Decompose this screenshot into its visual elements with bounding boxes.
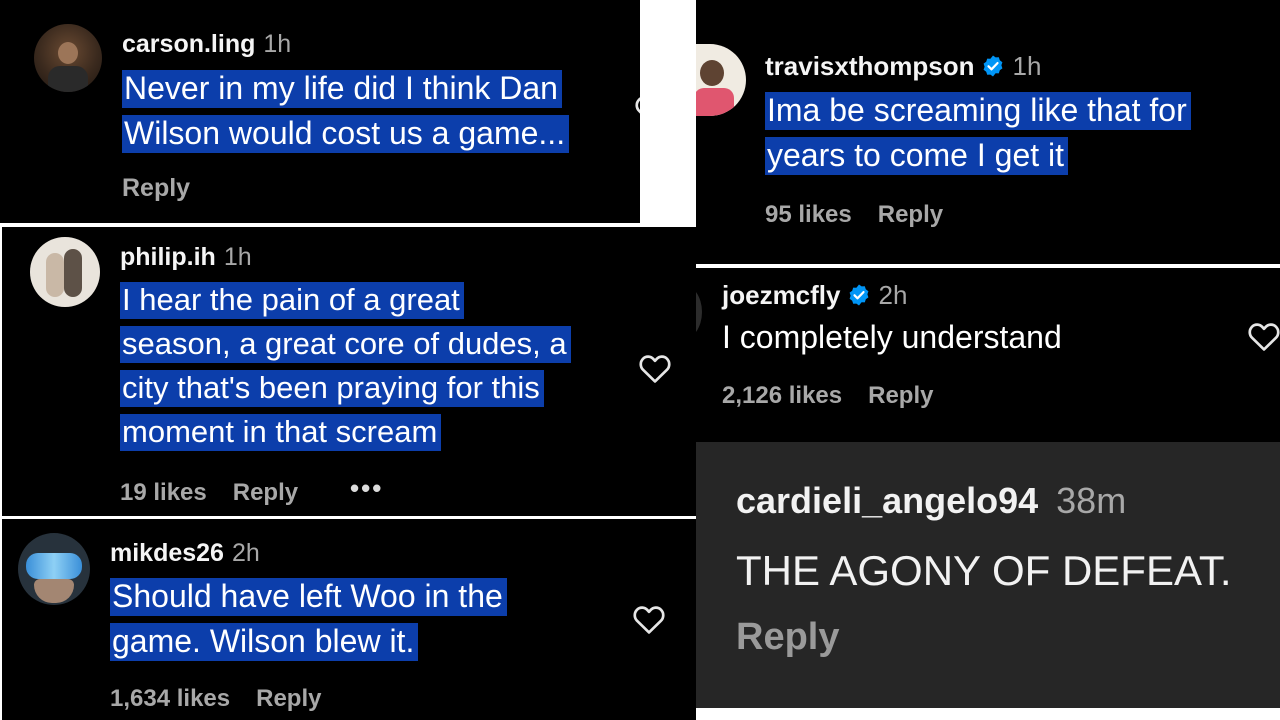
verified-badge-icon [849,284,868,306]
reply-button[interactable]: Reply [868,382,933,409]
timestamp: 1h [263,30,292,58]
likes-count[interactable]: 2,126 likes [722,382,842,409]
comment-line: I hear the pain of a great [120,282,464,319]
comment-text: THE AGONY OF DEFEAT. [736,547,1232,594]
avatar-goggles [26,553,82,579]
comment-line: Should have left Woo in the [110,578,507,616]
comment-line: Never in my life did I think Dan [122,70,562,108]
comment-line: moment in that scream [120,414,442,451]
comment-actions: 19 likes Reply [120,479,298,507]
comment-line: season, a great core of dudes, a [120,326,571,363]
comment-actions: Reply [736,616,839,659]
comment-actions: 95 likes Reply [765,201,943,229]
comment-text: I hear the pain of a great season, a gre… [120,278,571,454]
comment-line: Ima be screaming like that for [765,92,1191,130]
comment-card-philip-ih: philip.ih 1h I hear the pain of a great s… [2,227,696,516]
username-text[interactable]: travisxthompson [765,51,975,81]
verified-badge-icon [983,55,1002,77]
timestamp: 2h [878,280,908,310]
comment-actions: Reply [122,174,190,203]
likes-count[interactable]: 95 likes [765,201,852,228]
comment-text: Never in my life did I think Dan Wilson … [122,66,570,156]
comment-text: Ima be screaming like that for years to … [765,88,1191,178]
reply-button[interactable]: Reply [122,174,190,202]
reply-button[interactable]: Reply [233,479,298,506]
comment-line: city that's been praying for this [120,370,544,407]
avatar[interactable] [696,284,702,340]
username[interactable]: mikdes26 2h [110,539,260,568]
comment-text: Should have left Woo in the game. Wilson… [110,574,507,664]
heart-outline-icon[interactable] [638,352,672,384]
heart-outline-icon[interactable] [1247,320,1280,352]
timestamp: 2h [231,539,260,567]
username-text[interactable]: joezmcfly [722,280,841,310]
comment-line: years to come I get it [765,137,1069,175]
username[interactable]: cardieli_angelo94 38m [736,480,1126,522]
avatar[interactable] [18,533,90,605]
avatar-face [34,579,74,603]
username[interactable]: carson.ling 1h [122,30,291,59]
reply-button[interactable]: Reply [878,201,943,228]
timestamp: 1h [1012,51,1042,81]
likes-count[interactable]: 19 likes [120,479,207,506]
username[interactable]: joezmcfly 2h [722,280,907,311]
username-text[interactable]: carson.ling [122,30,255,58]
comment-card-cardieli-angelo94: cardieli_angelo94 38m THE AGONY OF DEFEAT… [696,442,1280,708]
comment-actions: 1,634 likes Reply [110,685,321,713]
more-options-icon[interactable]: ••• [350,473,383,504]
avatar-shirt [696,88,734,116]
avatar-face [58,42,78,64]
avatar-figure-right [64,249,82,297]
avatar-shirt [48,66,88,92]
reply-button[interactable]: Reply [736,616,839,658]
timestamp: 38m [1056,480,1127,521]
heart-outline-icon[interactable] [632,603,666,635]
username-text[interactable]: philip.ih [120,243,216,271]
comment-actions: 2,126 likes Reply [722,382,933,410]
comment-line: Wilson would cost us a game... [122,115,570,153]
reply-button[interactable]: Reply [256,685,321,712]
comment-line: game. Wilson blew it. [110,623,419,661]
timestamp: 1h [223,243,252,271]
avatar[interactable] [696,44,746,116]
username-text[interactable]: mikdes26 [110,539,224,567]
comment-card-mikdes26: mikdes26 2h Should have left Woo in the g… [2,519,696,720]
heart-outline-icon[interactable] [634,93,640,125]
avatar[interactable] [30,237,100,307]
comment-card-travisxthompson: travisxthompson 1h Ima be screaming like… [696,0,1280,264]
likes-count[interactable]: 1,634 likes [110,685,230,712]
avatar-face [700,60,724,86]
avatar-figure-left [46,253,64,297]
comment-card-joezmcfly: joezmcfly 2h I completely understand 2,1… [696,268,1280,442]
username[interactable]: philip.ih 1h [120,243,252,272]
username-text[interactable]: cardieli_angelo94 [736,480,1038,521]
avatar[interactable] [34,24,102,92]
username[interactable]: travisxthompson 1h [765,51,1041,82]
comment-card-carson-ling: carson.ling 1h Never in my life did I thi… [0,0,640,223]
comment-text: I completely understand [722,319,1062,355]
